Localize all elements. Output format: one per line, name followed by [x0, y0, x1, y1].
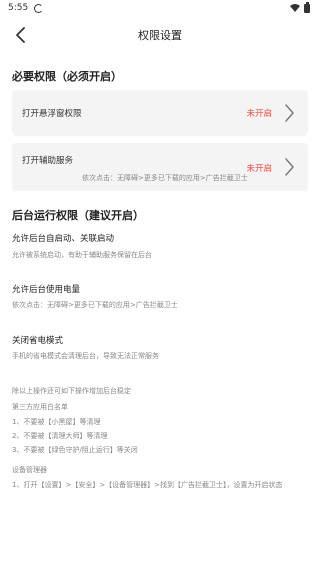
whitelist-item: 1、不要被【小黑屋】等清理: [12, 418, 101, 426]
required-section-title: 必要权限（必须开启）: [12, 70, 122, 83]
whitelist-item: 2、不要被【清理大师】等清理: [12, 432, 108, 440]
overlay-permission-status: 未开启: [246, 109, 272, 119]
autostart-label: 允许后台自启动、关联启动: [12, 234, 115, 244]
device-admin-step: 1、打开【设置】>【安全】>【设备管理器】>找到【广告拦截卫士】，设置为开启状态: [12, 481, 283, 489]
header: 权限设置: [0, 18, 320, 52]
battery-icon: [304, 2, 310, 13]
accessibility-service-card[interactable]: 打开辅助服务 未开启 依次点击：无障碍>更多已下载的应用>广告拦截卫士: [12, 143, 308, 191]
sync-icon: [34, 3, 44, 13]
chevron-right-icon: [285, 104, 294, 122]
back-button[interactable]: [6, 21, 34, 49]
status-right: [290, 2, 310, 13]
autostart-desc: 允许被系统启动，有助于辅助服务保留在后台: [12, 251, 152, 259]
accessibility-service-label: 打开辅助服务: [22, 156, 74, 166]
accessibility-service-status: 未开启: [246, 164, 272, 174]
battery-usage-desc: 依次点击：无障碍>更多已下载的应用>广告拦截卫士: [12, 301, 178, 309]
power-saving-desc: 手机的省电模式会清理后台，导致无法正常服务: [12, 352, 159, 360]
chevron-right-icon: [285, 158, 294, 176]
power-saving-label: 关闭省电模式: [12, 336, 64, 346]
battery-usage-label: 允许后台使用电量: [12, 285, 81, 295]
back-arrow-icon: [16, 27, 25, 43]
whitelist-item: 3、不要被【绿色守护/阻止运行】等关闭: [12, 446, 138, 454]
wifi-icon: [290, 4, 300, 12]
background-section-title: 后台运行权限（建议开启）: [12, 209, 144, 222]
accessibility-service-hint: 依次点击：无障碍>更多已下载的应用>广告拦截卫士: [82, 174, 248, 182]
whitelist-title: 第三方应用白名单: [12, 403, 68, 411]
status-time: 5:55: [8, 3, 29, 13]
page-title: 权限设置: [138, 29, 182, 42]
status-left: 5:55: [8, 3, 44, 13]
notes-intro: 除以上操作还可如下操作增加后台稳定: [12, 387, 131, 395]
device-admin-title: 设备管理器: [12, 466, 47, 474]
overlay-permission-card[interactable]: 打开悬浮窗权限 未开启: [12, 90, 308, 136]
overlay-permission-label: 打开悬浮窗权限: [22, 109, 82, 119]
status-bar: 5:55: [0, 0, 320, 16]
